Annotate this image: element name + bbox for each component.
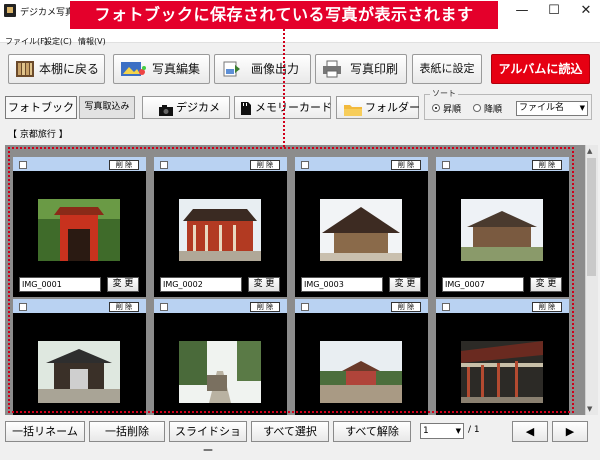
menu-info[interactable]: 情報(V) bbox=[78, 36, 106, 47]
folder-icon bbox=[344, 102, 362, 123]
folder-button[interactable]: フォルダー bbox=[336, 96, 420, 119]
sort-desc-radio[interactable] bbox=[473, 104, 481, 112]
scroll-down-icon[interactable]: ▼ bbox=[587, 405, 592, 413]
app-icon bbox=[4, 4, 16, 17]
annotation-banner: フォトブックに保存されている写真が表示されます bbox=[70, 1, 498, 29]
scroll-up-icon[interactable]: ▲ bbox=[587, 147, 592, 155]
maximize-button[interactable]: ☐ bbox=[540, 2, 568, 20]
select-all-button[interactable]: すべて選択 bbox=[251, 421, 329, 442]
photo-edit-button[interactable]: 写真編集 bbox=[113, 54, 210, 84]
annotation-frame bbox=[8, 147, 574, 413]
folder-label: フォルダー bbox=[365, 101, 420, 114]
back-label: 本棚に戻る bbox=[39, 62, 100, 76]
set-cover-button[interactable]: 表紙に設定 bbox=[412, 54, 482, 84]
camera-button[interactable]: デジカメ bbox=[142, 96, 230, 119]
window-title: デジカメ写真管理 bbox=[20, 8, 70, 18]
bookshelf-icon bbox=[15, 60, 35, 78]
scroll-thumb[interactable] bbox=[587, 158, 596, 276]
sort-field-select[interactable]: ファイル名 ▼ bbox=[516, 101, 588, 116]
edit-label: 写真編集 bbox=[152, 62, 201, 76]
tab-photobook[interactable]: フォトブック bbox=[5, 96, 77, 119]
photo-print-button[interactable]: 写真印刷 bbox=[315, 54, 407, 84]
sort-legend: ソート bbox=[430, 88, 458, 99]
printer-icon bbox=[322, 60, 342, 78]
memory-label: メモリーカード bbox=[255, 101, 332, 114]
menu-file[interactable]: ファイル(F) bbox=[5, 36, 48, 47]
chevron-down-icon: ▼ bbox=[579, 104, 585, 112]
sort-field-value: ファイル名 bbox=[519, 103, 565, 113]
sort-asc-radio[interactable] bbox=[432, 104, 440, 112]
close-button[interactable]: ✕ bbox=[572, 2, 600, 20]
bulk-rename-button[interactable]: 一括リネーム bbox=[5, 421, 85, 442]
sort-asc-label: 昇順 bbox=[443, 105, 462, 115]
tab-import[interactable]: 写真取込み bbox=[79, 96, 135, 119]
export-icon bbox=[221, 60, 241, 78]
print-label: 写真印刷 bbox=[350, 62, 399, 76]
bulk-delete-button[interactable]: 一括削除 bbox=[89, 421, 165, 442]
slideshow-button[interactable]: スライドショー bbox=[169, 421, 247, 457]
export-label: 画像出力 bbox=[251, 62, 300, 76]
camera-icon bbox=[159, 102, 173, 123]
prev-page-button[interactable]: ◀ bbox=[512, 421, 548, 442]
page-value: 1 bbox=[423, 426, 429, 436]
photo-edit-icon bbox=[120, 60, 146, 78]
memory-card-icon bbox=[241, 101, 251, 122]
album-name-label: 【 京都旅行 】 bbox=[8, 130, 68, 140]
next-page-button[interactable]: ▶ bbox=[552, 421, 588, 442]
deselect-all-button[interactable]: すべて解除 bbox=[333, 421, 411, 442]
page-select[interactable]: 1 ▼ bbox=[420, 423, 464, 439]
annotation-line bbox=[283, 29, 285, 147]
sort-desc-label: 降順 bbox=[484, 105, 503, 115]
minimize-button[interactable]: — bbox=[508, 2, 536, 20]
album-import-button[interactable]: アルバムに読込 bbox=[491, 54, 590, 84]
chevron-down-icon: ▼ bbox=[455, 427, 461, 435]
camera-label: デジカメ bbox=[176, 101, 220, 114]
page-total: / 1 bbox=[468, 425, 480, 435]
back-to-shelf-button[interactable]: 本棚に戻る bbox=[8, 54, 105, 84]
menu-settings[interactable]: 設定(C) bbox=[44, 36, 72, 47]
image-export-button[interactable]: 画像出力 bbox=[214, 54, 311, 84]
